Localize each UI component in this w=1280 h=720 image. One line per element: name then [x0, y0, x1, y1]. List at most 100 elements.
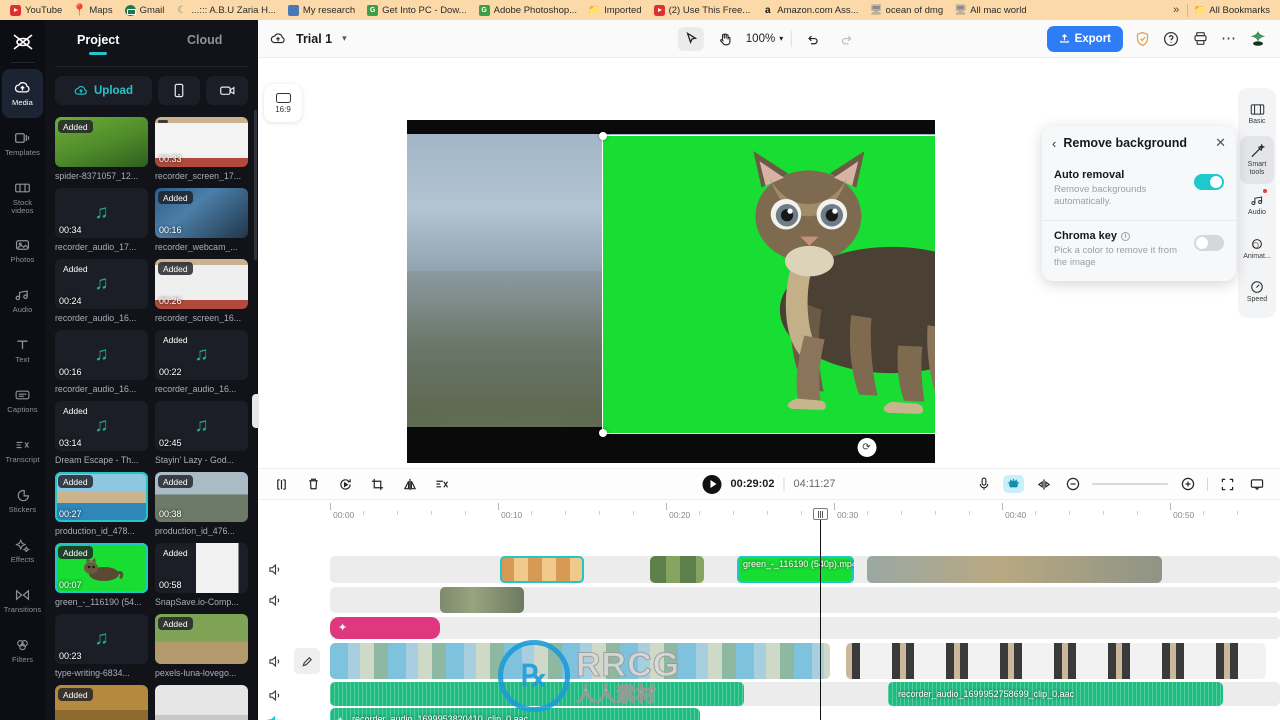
- capcut-logo[interactable]: [6, 26, 40, 58]
- info-icon[interactable]: i: [1120, 231, 1130, 241]
- more-dots-icon[interactable]: ⋯: [1219, 29, 1239, 49]
- tool-audio[interactable]: Audio: [1240, 184, 1274, 227]
- zoom-level-dropdown[interactable]: 100% ▾: [746, 33, 783, 45]
- bookmark-getintopc[interactable]: G Get Into PC - Dow...: [361, 1, 472, 19]
- track-mute-button-4[interactable]: [266, 686, 284, 704]
- play-icon[interactable]: [702, 474, 722, 494]
- media-item[interactable]: ♫ 00:34 recorder_audio_17...: [55, 188, 148, 252]
- track-mute-button-2[interactable]: [266, 591, 284, 609]
- track-mute-button-5[interactable]: [266, 712, 284, 720]
- media-item[interactable]: 00:33 recorder_screen_17...: [155, 117, 248, 181]
- select-tool-button[interactable]: [677, 26, 704, 51]
- clip-green-cat[interactable]: green_-_116190 (540p).mp4: [737, 556, 854, 583]
- export-button[interactable]: Export: [1046, 25, 1123, 52]
- media-item[interactable]: ♫ Added 00:24 recorder_audio_16...: [55, 259, 148, 323]
- media-thumbnail[interactable]: Added 00:38: [155, 472, 248, 522]
- sidebar-item-media[interactable]: Media: [2, 69, 43, 118]
- media-item[interactable]: Added 00:16 recorder_webcam_...: [155, 188, 248, 252]
- media-item[interactable]: ♫ Added 03:14 Dream Escape - Th...: [55, 401, 148, 465]
- aspect-ratio-button[interactable]: 16:9: [264, 84, 302, 122]
- sidebar-item-stock-videos[interactable]: Stock videos: [2, 169, 43, 225]
- close-icon[interactable]: ✕: [1215, 135, 1226, 151]
- media-item[interactable]: Added 00:38 production_id_476...: [155, 472, 248, 536]
- timeline-ruler[interactable]: 00:00 00:10 00:20 00:30 00:40 00:50: [258, 500, 1280, 522]
- tool-smart-tools[interactable]: Smart tools: [1240, 136, 1274, 184]
- media-thumbnail[interactable]: ♫ Added 00:24: [55, 259, 148, 309]
- bookmark-ocean-of-dmg[interactable]: 🖥 ocean of dmg: [865, 1, 950, 19]
- media-item[interactable]: Added 00:27 production_id_478...: [55, 472, 148, 536]
- video-preview[interactable]: ⟳: [407, 120, 935, 463]
- bookmark-maps[interactable]: 📍 Maps: [68, 1, 118, 19]
- media-item[interactable]: Added pexels-luna-lovego...: [155, 614, 248, 678]
- media-item[interactable]: Added 00:26 recorder_screen_16...: [155, 259, 248, 323]
- media-thumbnail[interactable]: Added 00:16: [155, 188, 248, 238]
- media-thumbnail[interactable]: ♫ 00:34: [55, 188, 148, 238]
- user-avatar[interactable]: [1248, 29, 1268, 49]
- sidebar-item-captions[interactable]: Captions: [2, 376, 43, 425]
- media-item[interactable]: ♫ Added 00:22 recorder_audio_16...: [155, 330, 248, 394]
- media-item[interactable]: Added: [55, 685, 148, 720]
- auto-removal-toggle[interactable]: [1194, 174, 1224, 190]
- media-thumbnail[interactable]: ♫ 00:23: [55, 614, 148, 664]
- bookmark-imported[interactable]: 📁 Imported: [583, 1, 648, 19]
- panel-resize-handle[interactable]: [252, 394, 259, 428]
- media-thumbnail[interactable]: Added 00:58: [155, 543, 248, 593]
- media-item[interactable]: ♫ 00:23 type-writing-6834...: [55, 614, 148, 678]
- sidebar-item-transitions[interactable]: Transitions: [2, 576, 43, 625]
- media-thumbnail[interactable]: [155, 685, 248, 720]
- track-mute-button-3[interactable]: [266, 652, 284, 670]
- fit-screen-icon[interactable]: [1247, 475, 1266, 494]
- tool-basic[interactable]: Basic: [1240, 93, 1274, 136]
- media-item[interactable]: [155, 685, 248, 720]
- import-from-device-button[interactable]: [158, 76, 200, 105]
- bookmark-all-mac-world[interactable]: 🖥 All mac world: [949, 1, 1033, 19]
- sidebar-item-filters[interactable]: Filters: [2, 626, 43, 675]
- delete-tool-button[interactable]: [304, 475, 323, 494]
- media-item[interactable]: Added spider-8371057_12...: [55, 117, 148, 181]
- undo-button[interactable]: [800, 27, 826, 51]
- bookmark-my-research[interactable]: My research: [282, 1, 361, 19]
- clip-mountain[interactable]: [440, 587, 524, 613]
- bookmark-use-this-free[interactable]: (2) Use This Free...: [648, 1, 757, 19]
- bookmark-gmail[interactable]: Gmail: [119, 1, 171, 19]
- bookmark-overflow-button[interactable]: »: [1165, 4, 1187, 16]
- bookmark-youtube[interactable]: YouTube: [4, 1, 68, 19]
- sidebar-item-text[interactable]: Text: [2, 326, 43, 375]
- chroma-key-toggle[interactable]: [1194, 235, 1224, 251]
- zoom-in-icon[interactable]: [1178, 475, 1197, 494]
- media-panel-scrollbar[interactable]: [254, 110, 257, 260]
- record-button[interactable]: [206, 76, 248, 105]
- sidebar-item-stickers[interactable]: Stickers: [2, 476, 43, 525]
- chevron-left-icon[interactable]: ‹: [1052, 136, 1056, 151]
- bookmark-abu-zaria[interactable]: ☾ ...::: A.B.U Zaria H...: [170, 1, 281, 19]
- sidebar-item-transcript[interactable]: Transcript: [2, 426, 43, 475]
- freeze-tool-button[interactable]: [336, 475, 355, 494]
- mic-icon[interactable]: [974, 475, 993, 494]
- media-thumbnail[interactable]: Added 00:26: [155, 259, 248, 309]
- hand-tool-button[interactable]: [712, 27, 738, 51]
- tool-animation[interactable]: Animat...: [1240, 227, 1274, 270]
- sidebar-item-effects[interactable]: Effects: [2, 526, 43, 575]
- media-thumbnail[interactable]: ♫ 00:16: [55, 330, 148, 380]
- bookmark-amazon[interactable]: a Amazon.com Ass...: [756, 1, 864, 19]
- media-item[interactable]: ♫ 00:16 recorder_audio_16...: [55, 330, 148, 394]
- media-thumbnail[interactable]: Added: [55, 685, 148, 720]
- media-thumbnail[interactable]: Added: [55, 117, 148, 167]
- media-thumbnail[interactable]: Added 00:27: [55, 472, 148, 522]
- media-thumbnail[interactable]: ♫ Added 03:14: [55, 401, 148, 451]
- clip-audio-2[interactable]: recorder_audio_1699952758699_clip_0.aac: [888, 682, 1223, 706]
- sidebar-item-audio[interactable]: Audio: [2, 276, 43, 325]
- media-item[interactable]: ♫ 02:45 Stayin' Lazy - God...: [155, 401, 248, 465]
- media-thumbnail[interactable]: ♫ 02:45: [155, 401, 248, 451]
- media-thumbnail[interactable]: 00:33: [155, 117, 248, 167]
- timeline[interactable]: 00:00 00:10 00:20 00:30 00:40 00:50 gree…: [258, 500, 1280, 720]
- crop-tool-button[interactable]: [368, 475, 387, 494]
- clip-effect-pink[interactable]: ✦: [330, 617, 440, 639]
- media-item[interactable]: Added 00:58 SnapSave.io-Comp...: [155, 543, 248, 607]
- speed-tool-button[interactable]: [432, 475, 451, 494]
- media-thumbnail[interactable]: Added 00:07: [55, 543, 148, 593]
- split-tool-button[interactable]: [272, 475, 291, 494]
- upload-button[interactable]: Upload: [55, 76, 152, 105]
- tool-speed[interactable]: Speed: [1240, 270, 1274, 313]
- fullscreen-icon[interactable]: [1218, 475, 1237, 494]
